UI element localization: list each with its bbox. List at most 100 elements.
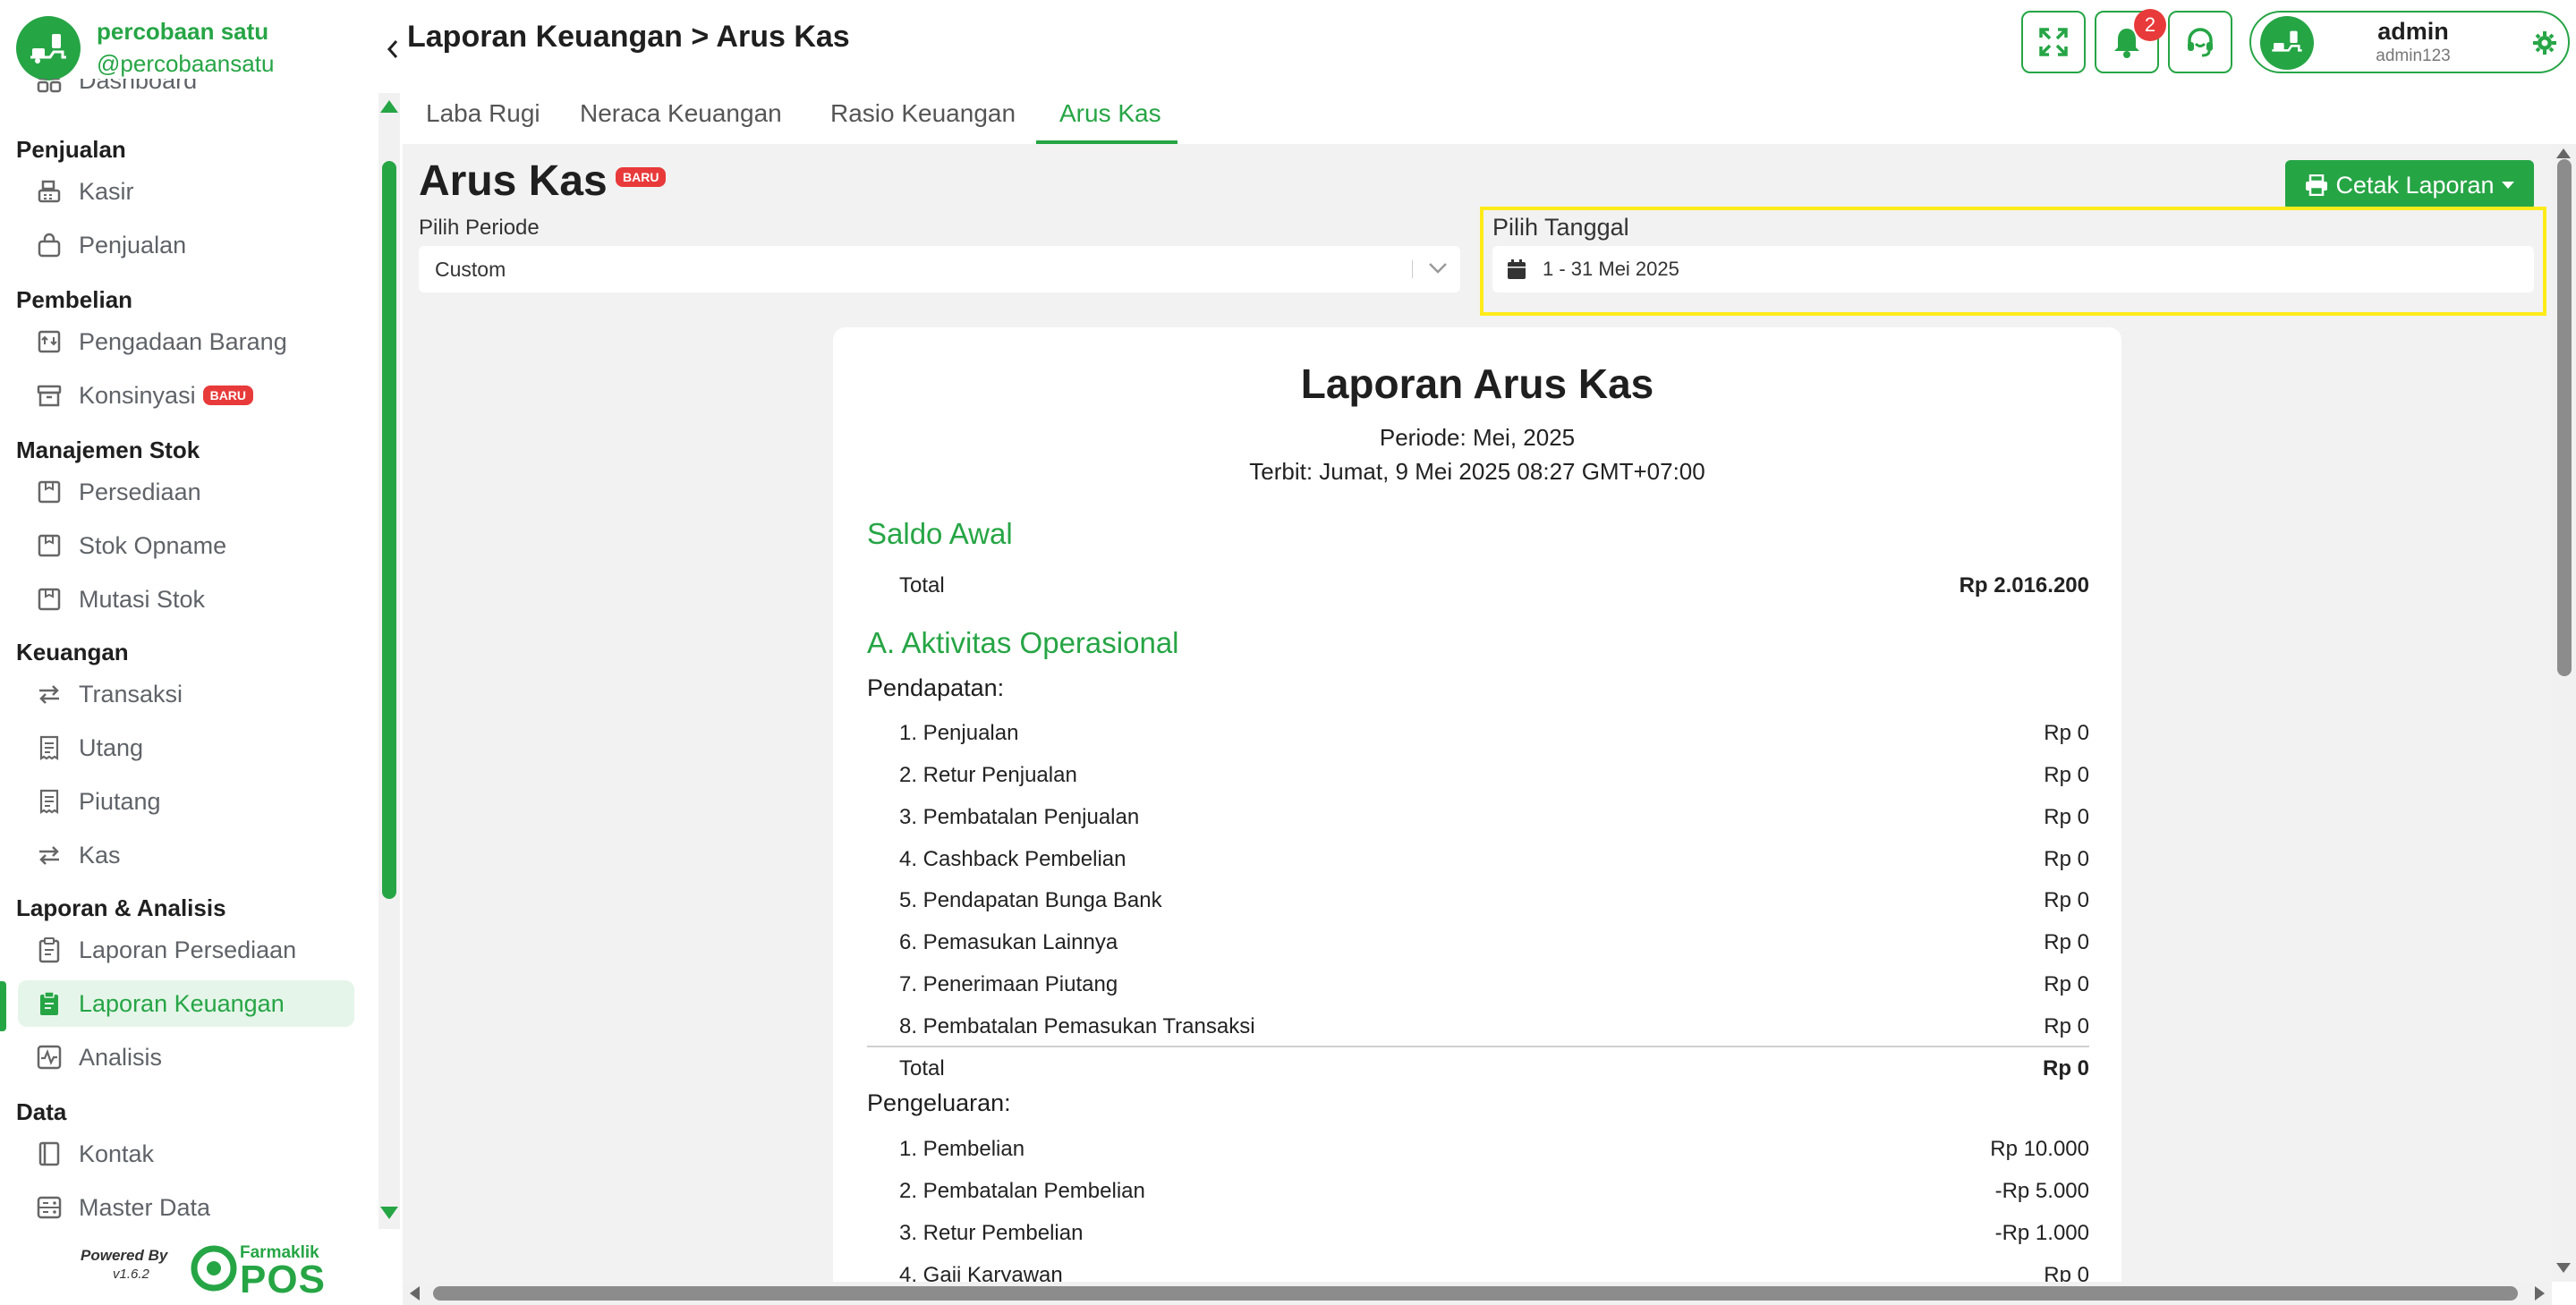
report-title: Laporan Arus Kas	[1300, 360, 1654, 407]
scroll-left-arrow-icon[interactable]	[410, 1286, 420, 1301]
section-keuangan: Keuangan	[16, 639, 129, 665]
sidebar-item-kas[interactable]: Kas	[18, 832, 354, 878]
sidebar-item-piutang[interactable]: Piutang	[18, 778, 354, 825]
sidebar-item-dashboard[interactable]: Dashboard	[18, 79, 354, 104]
sidebar-item-label: Piutang	[79, 787, 161, 815]
section-laporan-analisis: Laporan & Analisis	[16, 894, 226, 921]
inventory-icon	[34, 477, 64, 507]
pengeluaran-heading: Pengeluaran:	[867, 1089, 1011, 1116]
section-penjualan: Penjualan	[16, 136, 126, 163]
cash-register-icon	[34, 176, 64, 207]
scroll-right-arrow-icon[interactable]	[2535, 1286, 2545, 1301]
table-row: 3. Retur Pembelian -Rp 1.000	[899, 1221, 2089, 1248]
new-badge: BARU	[202, 386, 254, 405]
tab-rasio-keuangan[interactable]: Rasio Keuangan	[830, 99, 1016, 128]
sidebar-scrollbar-thumb[interactable]	[382, 161, 396, 899]
sidebar-item-label: Laporan Persediaan	[79, 936, 297, 963]
row-value: Rp 0	[2044, 972, 2089, 996]
period-value: Custom	[435, 257, 506, 281]
row-value: -Rp 5.000	[1994, 1179, 2089, 1203]
pendapatan-total-row: Total Rp 0	[899, 1056, 2089, 1083]
gear-icon[interactable]	[2532, 30, 2557, 55]
active-indicator	[0, 981, 6, 1031]
table-row: 8. Pembatalan Pemasukan Transaksi Rp 0	[899, 1014, 2089, 1041]
sidebar-item-laporan-persediaan[interactable]: Laporan Persediaan	[18, 927, 354, 973]
table-row: 4. Gaji Karyawan Rp 0	[899, 1263, 2089, 1282]
row-value: Rp 0	[2044, 888, 2089, 912]
row-label: 4. Gaji Karyawan	[899, 1263, 1063, 1282]
sidebar-item-konsinyasi[interactable]: Konsinyasi BARU	[18, 372, 354, 419]
sidebar-item-kontak[interactable]: Kontak	[18, 1131, 354, 1177]
cash-flow-report: Laporan Arus Kas Periode: Mei, 2025 Terb…	[833, 327, 2121, 1282]
sidebar-item-label: Mutasi Stok	[79, 585, 206, 613]
row-label: 2. Pembatalan Pembelian	[899, 1179, 1145, 1203]
report-issued-date: Terbit: Jumat, 9 Mei 2025 08:27 GMT+07:0…	[1249, 458, 1705, 485]
receipt-icon	[34, 733, 64, 763]
sidebar-item-mutasi-stok[interactable]: Mutasi Stok	[18, 576, 354, 623]
sidebar-item-transaksi[interactable]: Transaksi	[18, 671, 354, 717]
calendar-icon	[1508, 259, 1526, 279]
sidebar-item-label: Utang	[79, 733, 144, 761]
sidebar-item-label: Kas	[79, 841, 121, 869]
table-row: 4. Cashback Pembelian Rp 0	[899, 847, 2089, 874]
row-label: 8. Pembatalan Pemasukan Transaksi	[899, 1014, 1255, 1038]
sidebar-item-laporan-keuangan[interactable]: Laporan Keuangan	[18, 980, 354, 1027]
avatar	[2260, 16, 2314, 70]
row-label: 1. Pembelian	[899, 1137, 1025, 1161]
farmaklik-logo-icon	[191, 1245, 237, 1292]
sidebar-item-analisis[interactable]: Analisis	[18, 1034, 354, 1080]
sidebar-item-stok-opname[interactable]: Stok Opname	[18, 522, 354, 569]
user-name: admin	[2377, 18, 2449, 45]
row-label: 5. Pendapatan Bunga Bank	[899, 888, 1162, 912]
fullscreen-button[interactable]	[2021, 11, 2086, 73]
table-row: 3. Pembatalan Penjualan Rp 0	[899, 805, 2089, 832]
row-value: Rp 0	[2044, 721, 2089, 745]
sidebar-item-label: Konsinyasi	[79, 381, 196, 409]
procurement-icon	[34, 326, 64, 357]
tab-arus-kas[interactable]: Arus Kas	[1059, 99, 1161, 128]
sidebar-item-utang[interactable]: Utang	[18, 725, 354, 771]
saldo-awal-heading: Saldo Awal	[867, 517, 1013, 550]
tab-laba-rugi[interactable]: Laba Rugi	[426, 99, 540, 128]
date-range-input[interactable]: 1 - 31 Mei 2025	[1492, 246, 2534, 292]
scroll-up-arrow-icon[interactable]	[380, 100, 398, 113]
tab-neraca-keuangan[interactable]: Neraca Keuangan	[580, 99, 782, 128]
transfer-arrows-icon	[34, 679, 64, 709]
sidebar-item-label: Analisis	[79, 1043, 163, 1071]
content-vertical-scrollbar-thumb[interactable]	[2557, 159, 2572, 676]
table-row: 1. Penjualan Rp 0	[899, 721, 2089, 748]
period-select[interactable]: Custom	[419, 246, 1460, 292]
store-handle: @percobaansatu	[97, 50, 275, 77]
scroll-down-arrow-icon[interactable]	[380, 1207, 398, 1219]
sidebar-item-kasir[interactable]: Kasir	[18, 168, 354, 215]
support-button[interactable]	[2168, 11, 2232, 73]
print-report-button[interactable]: Cetak Laporan	[2285, 160, 2534, 210]
scroll-up-arrow-icon[interactable]	[2556, 148, 2571, 158]
row-label: 3. Retur Pembelian	[899, 1221, 1084, 1245]
collapse-sidebar-button[interactable]	[383, 36, 403, 63]
sidebar: percobaan satu @percobaansatu Dashboard …	[0, 0, 403, 1305]
sidebar-item-label: Kasir	[79, 177, 134, 205]
table-row: 2. Pembatalan Pembelian -Rp 5.000	[899, 1179, 2089, 1206]
user-menu[interactable]: admin admin123	[2249, 11, 2570, 73]
sidebar-item-label: Laporan Keuangan	[79, 989, 285, 1017]
saldo-awal-total-row: Total Rp 2.016.200	[899, 573, 2089, 600]
sidebar-item-persediaan[interactable]: Persediaan	[18, 469, 354, 515]
table-row: 5. Pendapatan Bunga Bank Rp 0	[899, 888, 2089, 915]
sidebar-item-master-data[interactable]: Master Data	[18, 1184, 354, 1225]
row-value: Rp 0	[2044, 1263, 2089, 1282]
clipboard-icon	[34, 935, 64, 965]
main-content: Arus Kas BARU Cetak Laporan Pilih Period…	[403, 144, 2552, 1282]
sidebar-item-penjualan[interactable]: Penjualan	[18, 222, 354, 268]
period-label: Pilih Periode	[419, 216, 540, 240]
pulse-chart-icon	[34, 1042, 64, 1072]
scroll-down-arrow-icon[interactable]	[2556, 1263, 2571, 1273]
stock-mutation-icon	[34, 584, 64, 614]
brand-header: percobaan satu @percobaansatu	[16, 16, 398, 82]
content-horizontal-scrollbar-thumb[interactable]	[433, 1286, 2518, 1301]
sidebar-item-pengadaan-barang[interactable]: Pengadaan Barang	[18, 318, 354, 365]
clipboard-filled-icon	[34, 988, 64, 1019]
row-label: 2. Retur Penjualan	[899, 763, 1077, 787]
printer-icon	[2306, 174, 2328, 196]
new-badge: BARU	[616, 167, 667, 187]
